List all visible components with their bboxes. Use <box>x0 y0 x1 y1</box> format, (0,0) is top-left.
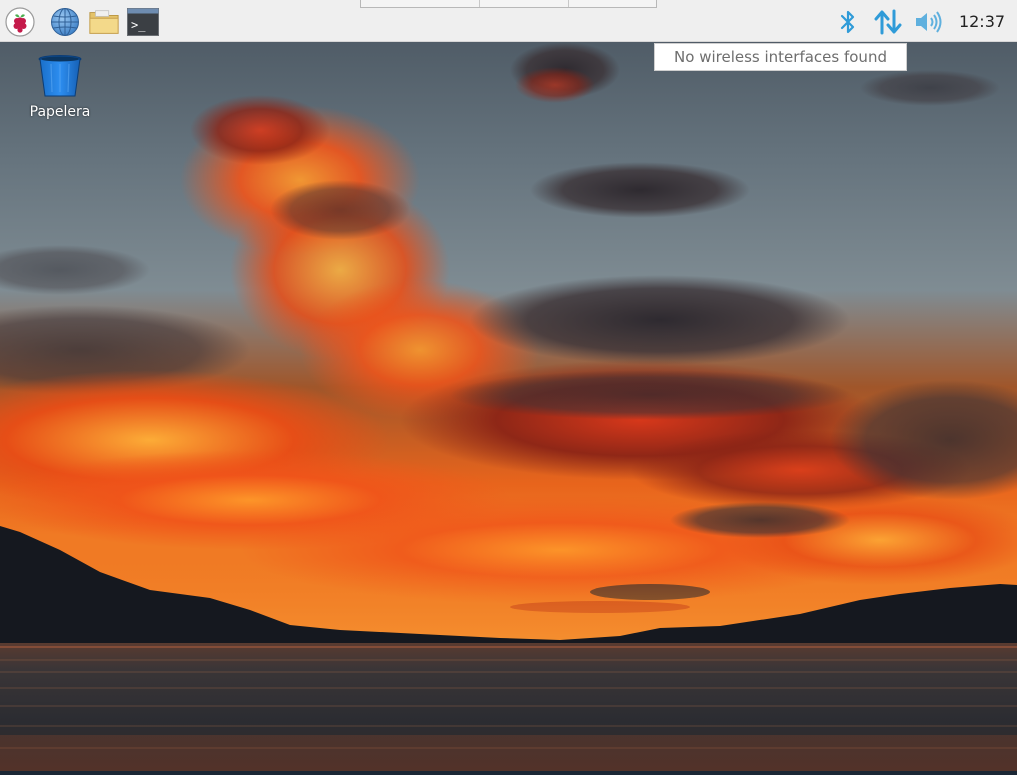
terminal-button[interactable]: >_ <box>127 6 159 38</box>
desktop-icon-label: Papelera <box>29 104 91 120</box>
taskbar: >_ 12:37 <box>0 0 1017 42</box>
bluetooth-tray-button[interactable] <box>834 6 862 38</box>
clock[interactable]: 12:37 <box>952 0 1012 42</box>
desktop-screen: >_ 12:37 No wireless interfaces found Pa… <box>0 0 1017 775</box>
trash-icon <box>38 55 82 97</box>
desktop-icon-trash[interactable]: Papelera <box>20 54 100 120</box>
terminal-icon: >_ <box>127 8 159 36</box>
file-manager-icon <box>89 10 119 34</box>
raspberry-menu-icon <box>5 7 35 37</box>
network-tray-button[interactable] <box>872 6 904 38</box>
network-updown-icon <box>874 9 902 35</box>
volume-icon <box>916 11 942 33</box>
web-browser-button[interactable] <box>49 6 81 38</box>
terminal-glyph: >_ <box>131 18 146 32</box>
window-list-strip[interactable] <box>360 0 657 8</box>
web-browser-icon <box>51 8 79 36</box>
file-manager-button[interactable] <box>88 6 120 38</box>
bottom-edge <box>0 771 1017 775</box>
bluetooth-icon <box>840 10 855 34</box>
strip-divider <box>479 0 480 7</box>
network-tooltip: No wireless interfaces found <box>654 43 907 71</box>
raspberry-menu-button[interactable] <box>4 6 36 38</box>
volume-tray-button[interactable] <box>912 6 946 38</box>
desktop-wallpaper <box>0 0 1017 775</box>
strip-divider <box>568 0 569 7</box>
